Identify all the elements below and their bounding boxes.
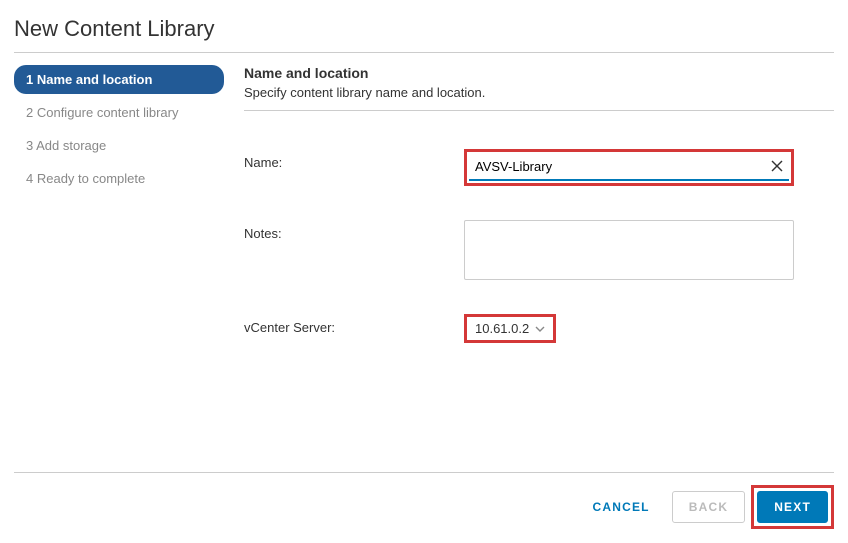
step-add-storage: 3 Add storage <box>14 131 224 160</box>
section-subheading: Specify content library name and locatio… <box>244 85 834 100</box>
step-name-and-location[interactable]: 1 Name and location <box>14 65 224 94</box>
dialog-footer: CANCEL BACK NEXT <box>14 472 834 529</box>
vcenter-server-label: vCenter Server: <box>244 314 464 335</box>
name-field-highlight <box>464 149 794 186</box>
name-input[interactable] <box>469 154 789 179</box>
step-ready-to-complete: 4 Ready to complete <box>14 164 224 193</box>
dialog-title: New Content Library <box>14 12 834 52</box>
section-divider <box>244 110 834 111</box>
section-heading: Name and location <box>244 65 834 81</box>
clear-icon[interactable] <box>771 159 783 175</box>
notes-label: Notes: <box>244 220 464 241</box>
back-button: BACK <box>672 491 745 523</box>
cancel-button[interactable]: CANCEL <box>577 492 666 522</box>
name-input-wrap <box>469 154 789 181</box>
main-panel: Name and location Specify content librar… <box>224 65 834 377</box>
title-divider <box>14 52 834 53</box>
chevron-down-icon <box>535 326 545 332</box>
next-button[interactable]: NEXT <box>757 491 828 523</box>
name-label: Name: <box>244 149 464 170</box>
vcenter-server-dropdown[interactable]: 10.61.0.2 <box>464 314 556 343</box>
next-button-highlight: NEXT <box>751 485 834 529</box>
notes-textarea[interactable] <box>464 220 794 280</box>
wizard-steps-sidebar: 1 Name and location 2 Configure content … <box>14 65 224 377</box>
step-configure-content-library: 2 Configure content library <box>14 98 224 127</box>
vcenter-server-value: 10.61.0.2 <box>475 321 529 336</box>
